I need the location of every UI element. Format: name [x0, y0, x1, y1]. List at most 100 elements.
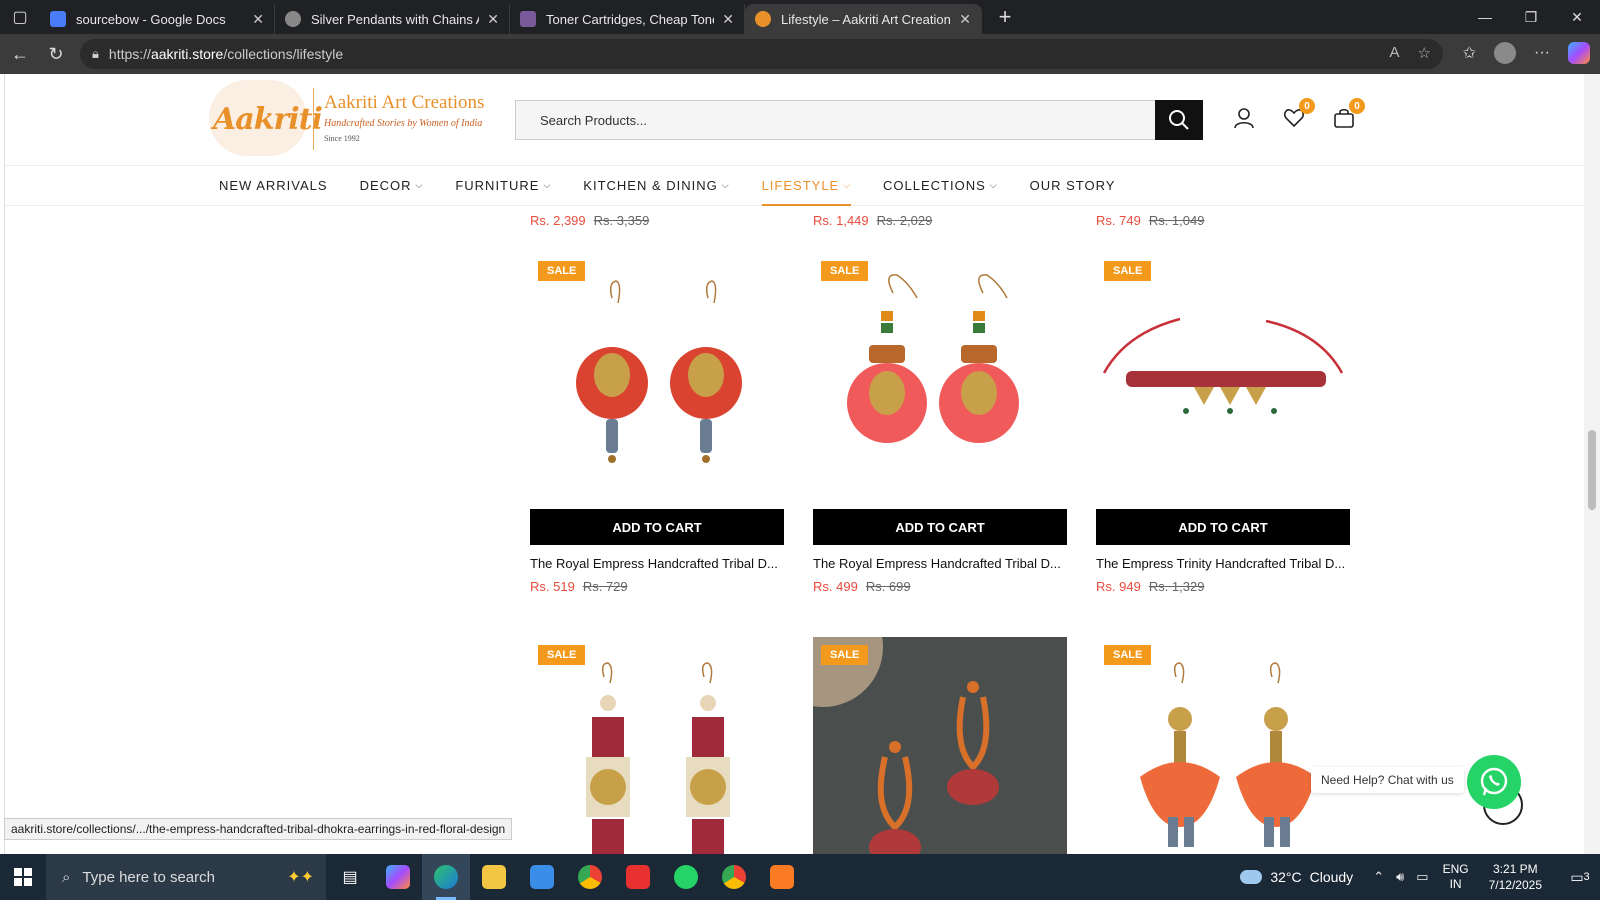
wishlist-button[interactable]: 0: [1283, 98, 1315, 130]
task-view-icon: ▤: [342, 869, 358, 886]
edge-icon: [434, 865, 458, 889]
tab-google-docs[interactable]: sourcebow - Google Docs ✕: [40, 4, 275, 34]
notifications-button[interactable]: ▭ 3: [1560, 869, 1600, 886]
search-input[interactable]: Search Products...: [515, 100, 1155, 140]
product-card[interactable]: SALE ADD TO CART The Royal Empress Handc…: [530, 253, 784, 594]
lock-icon: 🔒︎: [92, 46, 99, 61]
site-logo[interactable]: Aakriti Aakriti Art Creations Handcrafte…: [209, 80, 509, 160]
tab-close-icon[interactable]: ✕: [252, 11, 264, 28]
product-title[interactable]: The Royal Empress Handcrafted Tribal D..…: [813, 556, 1067, 571]
tab-silver-pendants[interactable]: Silver Pendants with Chains Archive ✕: [275, 4, 510, 34]
aakriti-favicon-icon: [755, 11, 771, 27]
tab-toner-cartridges[interactable]: Toner Cartridges, Cheap Toner Cartridges…: [510, 4, 745, 34]
user-icon: [1234, 108, 1254, 129]
product-card[interactable]: SALE: [1096, 637, 1350, 854]
whatsapp-icon: [1480, 767, 1508, 796]
tab-lifestyle[interactable]: Lifestyle – Aakriti Art Creations ✕: [745, 4, 982, 34]
scrollbar-thumb[interactable]: [1588, 430, 1596, 510]
chrome-icon: [578, 865, 602, 889]
back-icon[interactable]: ←: [2, 36, 38, 72]
cart-button[interactable]: 0: [1333, 98, 1365, 130]
account-button[interactable]: [1233, 106, 1255, 130]
taskbar-search-input[interactable]: ⌕ Type here to search ✦✦: [46, 854, 326, 900]
nav-kitchen-dining[interactable]: KITCHEN & DINING ⌵: [583, 166, 729, 206]
add-to-cart-button[interactable]: ADD TO CART: [1096, 509, 1350, 545]
earrings-image: [586, 662, 730, 854]
choker-necklace-image: [1102, 317, 1344, 414]
product-title[interactable]: The Empress Trinity Handcrafted Tribal D…: [1096, 556, 1350, 571]
taskbar-edge[interactable]: [422, 854, 470, 900]
close-window-icon[interactable]: ✕: [1554, 0, 1600, 34]
copilot-icon[interactable]: [1568, 42, 1590, 64]
tab-actions-icon[interactable]: ▢: [0, 0, 40, 34]
nav-lifestyle[interactable]: LIFESTYLE ⌵: [761, 166, 852, 206]
folder-icon: [482, 865, 506, 889]
refresh-icon[interactable]: ↻: [38, 36, 74, 72]
language-indicator[interactable]: ENG IN: [1443, 862, 1469, 892]
whatsapp-chat-button[interactable]: [1467, 755, 1521, 809]
product-card[interactable]: SALE ADD TO CART The Empress Trinity Han…: [1096, 253, 1350, 594]
clock[interactable]: 3:21 PM 7/12/2025: [1489, 861, 1542, 893]
price-row: Rs. 1,449 Rs. 2,029: [813, 213, 933, 228]
start-button[interactable]: [0, 854, 46, 900]
cart-count-badge: 0: [1349, 98, 1365, 114]
web-page: Aakriti Aakriti Art Creations Handcrafte…: [4, 74, 1584, 854]
network-icon[interactable]: ▭: [1416, 869, 1428, 885]
notification-icon: ▭: [1570, 868, 1584, 885]
nav-furniture[interactable]: FURNITURE ⌵: [455, 166, 551, 206]
tab-close-icon[interactable]: ✕: [959, 11, 971, 28]
product-card[interactable]: SALE ADD TO CART The Royal Empress Handc…: [813, 253, 1067, 594]
product-image[interactable]: SALE: [813, 637, 1067, 854]
sale-badge: SALE: [538, 261, 586, 281]
product-image[interactable]: SALE: [1096, 637, 1350, 854]
chevron-up-icon[interactable]: ⌃: [1373, 869, 1384, 885]
toner-favicon-icon: [520, 11, 536, 27]
minimize-icon[interactable]: —: [1462, 0, 1508, 34]
chat-help-text[interactable]: Need Help? Chat with us: [1311, 767, 1464, 793]
sale-badge: SALE: [538, 645, 586, 665]
task-view-button[interactable]: ▤: [326, 854, 374, 900]
product-image[interactable]: SALE: [530, 253, 784, 507]
page-scrollbar[interactable]: [1584, 74, 1600, 854]
restore-icon[interactable]: ❐: [1508, 0, 1554, 34]
weather-widget[interactable]: 32°C Cloudy: [1240, 869, 1353, 885]
nav-collections[interactable]: COLLECTIONS ⌵: [883, 166, 998, 206]
add-to-cart-button[interactable]: ADD TO CART: [530, 509, 784, 545]
taskbar-file-explorer[interactable]: [470, 854, 518, 900]
nav-our-story[interactable]: OUR STORY: [1030, 166, 1116, 206]
url-field[interactable]: 🔒︎ https://aakriti.store/collections/lif…: [80, 39, 1443, 69]
profile-avatar[interactable]: [1494, 42, 1517, 64]
favorites-icon[interactable]: ✩: [1463, 43, 1476, 63]
nav-new-arrivals[interactable]: NEW ARRIVALS: [219, 166, 328, 206]
taskbar-copilot[interactable]: [374, 854, 422, 900]
search-button[interactable]: [1155, 100, 1203, 140]
taskbar-chrome-profile[interactable]: [710, 854, 758, 900]
earrings-image: [1140, 662, 1316, 847]
nav-decor[interactable]: DECOR ⌵: [360, 166, 424, 206]
more-menu-icon[interactable]: ···: [1534, 44, 1550, 62]
windows-logo-icon: [14, 868, 32, 886]
new-tab-icon[interactable]: +: [990, 4, 1020, 30]
product-image[interactable]: SALE: [1096, 253, 1350, 507]
taskbar-whatsapp[interactable]: [662, 854, 710, 900]
favorite-star-icon[interactable]: ☆: [1418, 44, 1431, 62]
tab-close-icon[interactable]: ✕: [487, 11, 499, 28]
chevron-down-icon: ⌵: [843, 180, 852, 190]
product-image[interactable]: SALE: [530, 637, 784, 854]
add-to-cart-button[interactable]: ADD TO CART: [813, 509, 1067, 545]
taskbar-xampp[interactable]: [758, 854, 806, 900]
taskbar-store[interactable]: [518, 854, 566, 900]
product-card[interactable]: SALE: [530, 637, 784, 854]
earrings-image: [813, 637, 999, 854]
chrome-icon: [722, 865, 746, 889]
price-row: Rs. 499 Rs. 699: [813, 579, 911, 594]
brand-name: Aakriti Art Creations: [324, 92, 485, 113]
product-image[interactable]: SALE: [813, 253, 1067, 507]
read-aloud-icon[interactable]: A: [1390, 44, 1400, 62]
taskbar-chrome[interactable]: [566, 854, 614, 900]
volume-icon[interactable]: 🔊︎: [1396, 869, 1404, 885]
tab-close-icon[interactable]: ✕: [722, 11, 734, 28]
product-card[interactable]: SALE: [813, 637, 1067, 854]
product-title[interactable]: The Royal Empress Handcrafted Tribal D..…: [530, 556, 784, 571]
taskbar-video-app[interactable]: [614, 854, 662, 900]
